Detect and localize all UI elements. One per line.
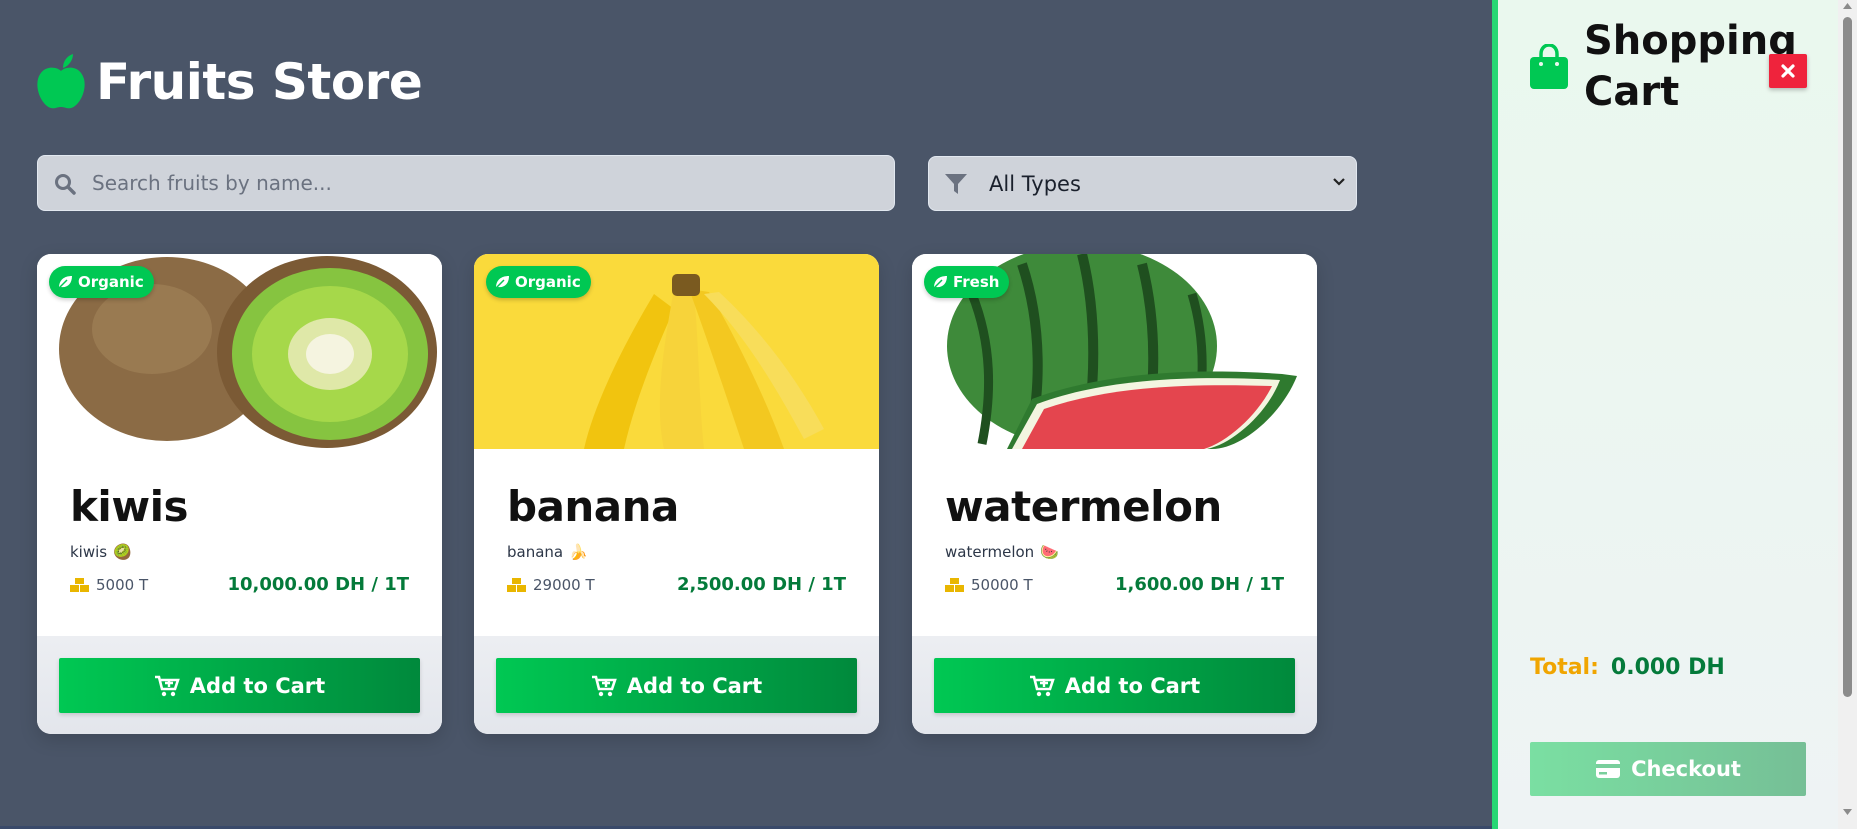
cart-plus-icon — [591, 675, 617, 696]
filter-icon — [945, 174, 967, 194]
product-name: banana — [507, 482, 679, 531]
product-description: kiwis 🥝 — [70, 543, 132, 561]
credit-card-icon — [1596, 760, 1621, 778]
cart-total: Total: 0.000 DH — [1530, 655, 1725, 680]
product-description: banana 🍌 — [507, 543, 588, 561]
close-cart-button[interactable] — [1769, 54, 1807, 88]
boxes-icon — [507, 578, 526, 592]
product-price: 1,600.00 DH / 1T — [1114, 574, 1284, 595]
cart-plus-icon — [154, 675, 180, 696]
product-card-banana: Organic banana banana 🍌 29000 T 2,500.00 … — [474, 254, 879, 734]
scrollbar-thumb[interactable] — [1843, 17, 1852, 697]
badge-fresh: Fresh — [924, 266, 1010, 298]
chevron-down-icon — [1333, 178, 1345, 186]
watermelon-emoji-icon: 🍉 — [1040, 543, 1059, 561]
stock-info: 50000 T — [945, 576, 1033, 594]
boxes-icon — [945, 578, 964, 592]
search-box[interactable] — [37, 155, 895, 211]
scroll-up-arrow-icon[interactable] — [1842, 2, 1853, 10]
product-name: watermelon — [945, 482, 1222, 531]
leaf-icon — [495, 276, 509, 289]
product-price: 2,500.00 DH / 1T — [676, 574, 846, 595]
search-input[interactable] — [92, 156, 882, 210]
search-icon — [55, 174, 76, 195]
shopping-cart-panel: Shopping Cart Total: 0.000 DH Checkout — [1492, 0, 1838, 829]
product-name: kiwis — [70, 482, 189, 531]
shopping-bag-icon — [1530, 44, 1568, 89]
product-card-watermelon: Fresh watermelon watermelon 🍉 50000 T 1,6… — [912, 254, 1317, 734]
add-to-cart-button[interactable]: Add to Cart — [934, 658, 1295, 713]
cart-plus-icon — [1029, 675, 1055, 696]
total-value: 0.000 DH — [1610, 655, 1725, 680]
product-price: 10,000.00 DH / 1T — [227, 574, 409, 595]
leaf-icon — [58, 276, 72, 289]
scroll-down-arrow-icon[interactable] — [1842, 808, 1853, 816]
close-icon — [1781, 64, 1795, 78]
cart-title: Shopping Cart — [1584, 18, 1797, 115]
badge-organic: Organic — [49, 266, 154, 298]
kiwi-emoji-icon: 🥝 — [113, 543, 132, 561]
boxes-icon — [70, 578, 89, 592]
vertical-scrollbar[interactable] — [1838, 0, 1857, 829]
banana-emoji-icon: 🍌 — [569, 543, 588, 561]
checkout-button[interactable]: Checkout — [1530, 742, 1806, 796]
page-title: Fruits Store — [96, 53, 423, 111]
apple-icon — [37, 54, 85, 109]
main-area: Fruits Store All Types — [0, 0, 1492, 829]
type-filter-value: All Types — [989, 172, 1081, 196]
badge-organic: Organic — [486, 266, 591, 298]
product-card-kiwis: Organic kiwis kiwis 🥝 5000 T 10,000.00 DH… — [37, 254, 442, 734]
total-label: Total: — [1530, 655, 1599, 680]
type-filter-select[interactable]: All Types — [928, 156, 1357, 211]
product-description: watermelon 🍉 — [945, 543, 1059, 561]
add-to-cart-button[interactable]: Add to Cart — [59, 658, 420, 713]
stock-info: 29000 T — [507, 576, 595, 594]
leaf-icon — [933, 276, 947, 289]
stock-info: 5000 T — [70, 576, 148, 594]
add-to-cart-button[interactable]: Add to Cart — [496, 658, 857, 713]
store-header: Fruits Store — [36, 50, 423, 114]
